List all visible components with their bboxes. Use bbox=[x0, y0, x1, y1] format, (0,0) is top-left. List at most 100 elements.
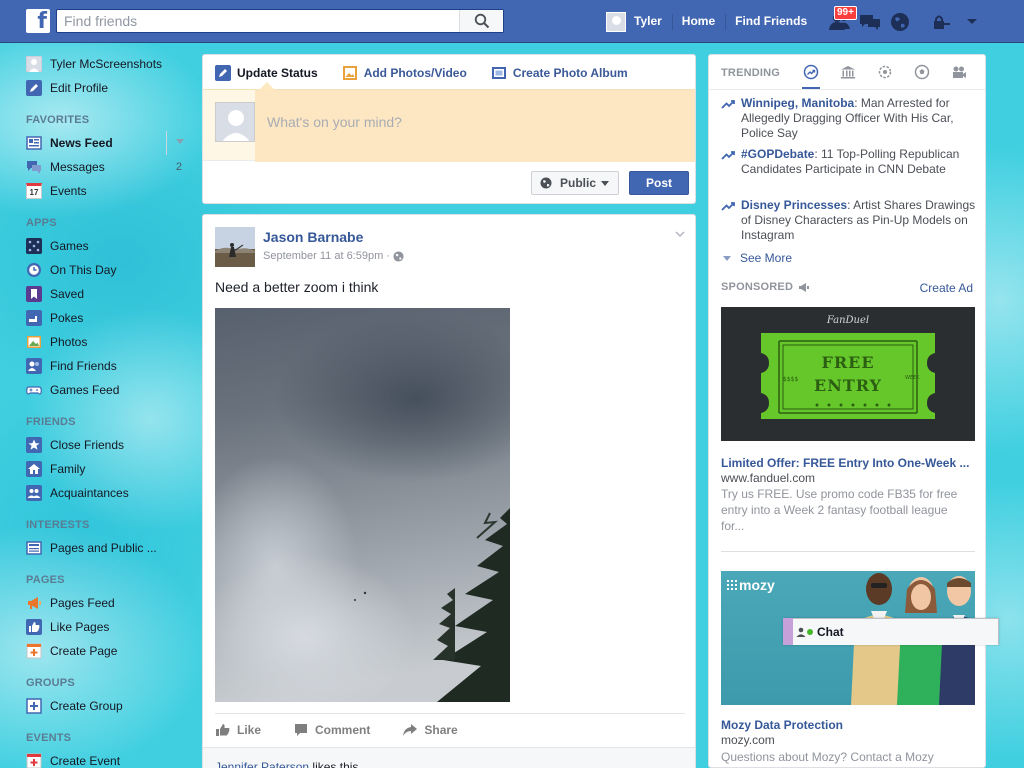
home-link[interactable]: Home bbox=[671, 0, 725, 43]
user-avatar[interactable] bbox=[606, 11, 626, 32]
author-name[interactable]: Jason Barnabe bbox=[263, 229, 363, 245]
ad-title[interactable]: Mozy Data Protection bbox=[721, 718, 975, 732]
composer-avatar bbox=[215, 102, 255, 142]
chevron-down-icon bbox=[723, 255, 731, 261]
politics-icon[interactable] bbox=[840, 64, 856, 80]
author-avatar[interactable] bbox=[215, 227, 255, 267]
sidebar-item-create-event[interactable]: Create Event bbox=[26, 749, 186, 768]
ad-description: Questions about Mozy? Contact a Mozy bbox=[721, 750, 934, 764]
sidebar-item-label: Family bbox=[50, 462, 86, 476]
account-menu-button[interactable] bbox=[957, 0, 987, 43]
like-button[interactable]: Like bbox=[215, 723, 261, 737]
tab-create-photo-album[interactable]: Create Photo Album bbox=[491, 65, 628, 81]
sidebar-item-pages-feed[interactable]: Pages Feed bbox=[26, 591, 186, 615]
sidebar-item-edit-profile[interactable]: Edit Profile bbox=[26, 76, 186, 100]
sidebar-item-on-this-day[interactable]: On This Day bbox=[26, 258, 186, 282]
share-button[interactable]: Share bbox=[402, 723, 458, 737]
trending-topic[interactable]: Winnipeg, Manitoba bbox=[741, 96, 854, 110]
see-more-link[interactable]: See More bbox=[723, 251, 792, 265]
notifications-button[interactable] bbox=[885, 0, 915, 43]
megaphone-icon bbox=[799, 282, 810, 292]
trending-arrow-icon bbox=[721, 202, 735, 211]
sidebar-item-events[interactable]: 17 Events bbox=[26, 179, 186, 203]
sidebar-item-close-friends[interactable]: Close Friends bbox=[26, 433, 186, 457]
sports-icon[interactable] bbox=[914, 64, 930, 80]
composer-footer: Public Post bbox=[203, 161, 695, 203]
sidebar-item-create-group[interactable]: Create Group bbox=[26, 694, 186, 718]
tab-add-photos-video[interactable]: Add Photos/Video bbox=[342, 65, 467, 81]
sidebar-item-label: Create Event bbox=[50, 754, 121, 768]
people-icon bbox=[26, 485, 42, 501]
trending-item[interactable]: #GOPDebate: 11 Top-Polling Republican Ca… bbox=[721, 147, 977, 177]
sidebar-item-games-feed[interactable]: Games Feed bbox=[26, 378, 186, 402]
sidebar-item-saved[interactable]: Saved bbox=[26, 282, 186, 306]
science-icon[interactable] bbox=[877, 64, 893, 80]
entertainment-icon[interactable] bbox=[951, 64, 967, 80]
sidebar-item-acquaintances[interactable]: Acquaintances bbox=[26, 481, 186, 505]
post-timestamp[interactable]: September 11 at 6:59pm · bbox=[263, 250, 390, 262]
sidebar-item-family[interactable]: Family bbox=[26, 457, 186, 481]
share-icon bbox=[403, 723, 418, 736]
sidebar-item-photos[interactable]: Photos bbox=[26, 330, 186, 354]
trending-item[interactable]: Winnipeg, Manitoba: Man Arrested for All… bbox=[721, 96, 977, 141]
sidebar-item-create-page[interactable]: Create Page bbox=[26, 639, 186, 663]
search-button[interactable] bbox=[459, 10, 503, 32]
trending-item[interactable]: Disney Princesses: Artist Shares Drawing… bbox=[721, 198, 977, 243]
sidebar-item-label: On This Day bbox=[50, 263, 117, 277]
sidebar-item-label: Pages and Public ... bbox=[50, 541, 157, 555]
album-icon bbox=[491, 66, 506, 79]
ticket-graphic: $$$$ WEEK bbox=[761, 333, 935, 419]
clock-icon bbox=[26, 262, 42, 278]
sidebar-item-label: Games Feed bbox=[50, 383, 120, 397]
ad-domain: mozy.com bbox=[721, 733, 775, 747]
composer-tabs: Update Status Add Photos/Video Create Ph… bbox=[203, 55, 695, 90]
sidebar-section-interests: INTERESTS bbox=[26, 519, 90, 531]
trending-topic[interactable]: Disney Princesses bbox=[741, 198, 847, 212]
sidebar-divider bbox=[166, 131, 167, 155]
messages-icon bbox=[26, 159, 42, 175]
bookmark-icon bbox=[26, 286, 42, 302]
ad-domain: www.fanduel.com bbox=[721, 471, 816, 485]
trending-top-icon[interactable] bbox=[803, 64, 819, 80]
ad-image-fanduel[interactable]: FanDuel $$$$ WEEK FREE ENTRY bbox=[721, 307, 975, 441]
photos-icon bbox=[26, 334, 42, 350]
person-icon bbox=[796, 627, 806, 637]
sidebar-item-pages-and-public[interactable]: Pages and Public ... bbox=[26, 536, 186, 560]
facebook-logo[interactable]: f bbox=[26, 9, 50, 33]
globe-icon[interactable] bbox=[393, 250, 404, 262]
privacy-selector[interactable]: Public bbox=[531, 171, 619, 195]
create-ad-link[interactable]: Create Ad bbox=[920, 281, 973, 295]
post-button[interactable]: Post bbox=[629, 171, 689, 195]
liker-link[interactable]: Jennifer Paterson bbox=[215, 760, 309, 768]
messages-icon bbox=[860, 14, 881, 30]
sidebar-item-games[interactable]: Games bbox=[26, 234, 186, 258]
sidebar-profile-name: Tyler McScreenshots bbox=[50, 57, 163, 71]
sidebar-profile-link[interactable]: Tyler McScreenshots bbox=[26, 52, 186, 76]
sidebar-item-messages[interactable]: Messages 2 bbox=[26, 155, 186, 179]
search-input[interactable] bbox=[57, 10, 461, 32]
find-friends-link[interactable]: Find Friends bbox=[725, 0, 817, 43]
sidebar-section-groups: GROUPS bbox=[26, 677, 75, 689]
likes-summary: Jennifer Paterson likes this. bbox=[203, 747, 695, 768]
sidebar-item-find-friends[interactable]: Find Friends bbox=[26, 354, 186, 378]
search-box bbox=[56, 9, 504, 33]
privacy-shortcuts-button[interactable] bbox=[927, 0, 957, 43]
chat-tab[interactable]: Chat bbox=[783, 618, 999, 645]
sidebar-item-news-feed[interactable]: News Feed bbox=[26, 131, 186, 155]
tab-update-status[interactable]: Update Status bbox=[215, 64, 318, 81]
comment-button[interactable]: Comment bbox=[293, 723, 370, 737]
sidebar-item-label: News Feed bbox=[50, 136, 113, 150]
ad-title[interactable]: Limited Offer: FREE Entry Into One-Week … bbox=[721, 456, 975, 470]
sidebar-item-pokes[interactable]: Pokes bbox=[26, 306, 186, 330]
profile-link[interactable]: Tyler bbox=[634, 0, 672, 43]
trending-topic[interactable]: #GOPDebate bbox=[741, 147, 814, 161]
post-photo[interactable] bbox=[215, 308, 510, 702]
comment-label: Comment bbox=[315, 722, 371, 737]
status-textarea[interactable]: What's on your mind? bbox=[255, 90, 695, 162]
chevron-down-icon[interactable] bbox=[675, 229, 685, 239]
ticket-line-1: FREE bbox=[821, 353, 875, 372]
chevron-down-icon[interactable] bbox=[176, 139, 184, 144]
sidebar-item-like-pages[interactable]: Like Pages bbox=[26, 615, 186, 639]
sponsored-title: SPONSORED bbox=[721, 281, 810, 293]
messages-button[interactable] bbox=[855, 0, 885, 43]
